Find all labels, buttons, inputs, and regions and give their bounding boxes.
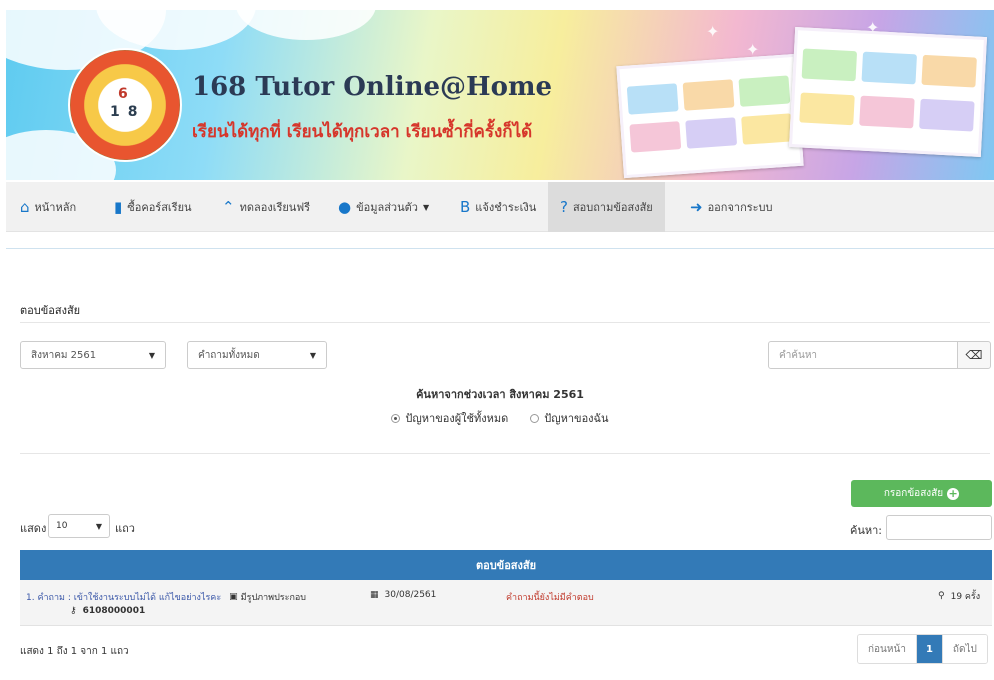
nav-logout[interactable]: ➜ ออกจากระบบ (690, 182, 773, 232)
course-poster-image (788, 27, 988, 157)
attachment-indicator: ▣ มีรูปภาพประกอบ (229, 590, 306, 604)
course-poster-image (616, 53, 804, 179)
main-navbar: ⌂ หน้าหลัก ▮ ซื้อคอร์สเรียน ⌃ ทดลองเรียน… (6, 182, 994, 232)
brand-title: 168 Tutor Online@Home (192, 72, 553, 102)
keyword-search-input[interactable]: คำค้นหา (768, 341, 958, 369)
table-filter-input[interactable] (886, 515, 992, 540)
nav-free-trial[interactable]: ⌃ ทดลองเรียนฟรี (222, 182, 310, 232)
star-icon: ✦ (706, 22, 720, 41)
key-icon: ⚷ (70, 606, 77, 616)
view-count-value: 19 ครั้ง (950, 592, 981, 602)
cloud-decoration (236, 10, 376, 40)
question-filter-value: คำถามทั้งหมด (198, 349, 260, 361)
radio-my-problems[interactable]: ปัญหาของฉัน (530, 409, 609, 427)
nav-label: ซื้อคอร์สเรียน (127, 201, 192, 214)
graduation-cap-icon: ⌃ (222, 197, 235, 216)
home-icon: ⌂ (20, 197, 30, 216)
month-select[interactable]: สิงหาคม 2561 ▼ (20, 341, 166, 369)
nav-label: หน้าหลัก (34, 201, 77, 214)
month-select-value: สิงหาคม 2561 (31, 349, 97, 361)
radio-label: ปัญหาของฉัน (544, 412, 609, 425)
caret-down-icon: ▼ (95, 521, 102, 531)
nav-ask-question[interactable]: ? สอบถามข้อสงสัย (548, 182, 665, 232)
table-info: แสดง 1 ถึง 1 จาก 1 แถว (20, 646, 129, 657)
page-length-select[interactable]: 10 ▼ (48, 514, 110, 538)
book-icon: ▮ (114, 197, 123, 216)
clear-search-button[interactable]: ⌫ (957, 341, 991, 369)
question-text: 1. คำถาม : เข้าใช้งานระบบไม่ได้ แก้ไขอย่… (26, 593, 222, 603)
nav-buy-course[interactable]: ▮ ซื้อคอร์สเรียน (114, 182, 192, 232)
radio-label: ปัญหาของผู้ใช้ทั้งหมด (405, 412, 509, 425)
plus-circle-icon: + (947, 486, 960, 500)
search-range-text: ค้นหาจากช่วงเวลา สิงหาคม 2561 (416, 388, 584, 401)
table-filter-label: ค้นหา: (850, 524, 883, 537)
attachment-label: มีรูปภาพประกอบ (240, 593, 307, 603)
radio-button[interactable] (530, 413, 540, 423)
pagination: ก่อนหน้า 1 ถัดไป (857, 634, 988, 664)
user-icon: ● (338, 197, 352, 216)
nav-label: สอบถามข้อสงสัย (572, 201, 653, 214)
caret-down-icon: ▼ (309, 350, 316, 360)
sign-out-icon: ➜ (690, 197, 703, 216)
logo-digit: 6 (118, 86, 128, 102)
brand-logo: 6 18 (68, 48, 182, 162)
nav-label: แจ้งชำระเงิน (475, 201, 537, 214)
problem-scope-radios: ปัญหาของผู้ใช้ทั้งหมด ปัญหาของฉัน (6, 409, 994, 427)
nav-label: ทดลองเรียนฟรี (239, 201, 311, 214)
nav-label: ข้อมูลส่วนตัว (356, 201, 418, 214)
nav-profile-dropdown[interactable]: ● ข้อมูลส่วนตัว ▼ (338, 182, 429, 232)
radio-button-checked[interactable] (391, 413, 401, 423)
show-label: แสดง (20, 522, 47, 535)
next-page-button[interactable]: ถัดไป (942, 635, 987, 663)
divider (20, 322, 990, 323)
eraser-icon: ⌫ (965, 348, 983, 362)
add-question-button[interactable]: กรอกข้อสงสัย + (851, 480, 992, 507)
bitcoin-icon: B (460, 197, 471, 216)
nav-home[interactable]: ⌂ หน้าหลัก (20, 182, 76, 232)
panel-title: ตอบข้อสงสัย (20, 304, 81, 317)
date-value: 30/08/2561 (384, 590, 437, 600)
view-count: ⚲ 19 ครั้ง (938, 589, 980, 603)
table-row[interactable]: 1. คำถาม : เข้าใช้งานระบบไม่ได้ แก้ไขอย่… (20, 580, 992, 626)
question-date: ▦ 30/08/2561 (370, 590, 436, 600)
previous-page-button[interactable]: ก่อนหน้า (858, 635, 917, 663)
header-banner: ✦ ✦ ✦ ✦ 6 18 168 Tutor Online@Home เรียน… (6, 10, 994, 180)
divider (20, 453, 990, 454)
caret-down-icon: ▼ (422, 202, 430, 212)
table-header: ตอบข้อสงสัย (20, 550, 992, 580)
user-id: ⚷ 6108000001 (70, 606, 145, 616)
add-question-label: กรอกข้อสงสัย (883, 488, 944, 499)
brand-subtitle: เรียนได้ทุกที่ เรียนได้ทุกเวลา เรียนซ้ำก… (192, 122, 533, 142)
logo-digits: 18 (110, 104, 146, 120)
question-link[interactable]: 1. คำถาม : เข้าใช้งานระบบไม่ได้ แก้ไขอย่… (26, 590, 306, 604)
user-id-value: 6108000001 (82, 606, 146, 616)
rows-label: แถว (115, 522, 135, 535)
nav-label: ออกจากระบบ (707, 201, 773, 214)
question-panel: ตอบข้อสงสัย สิงหาคม 2561 ▼ คำถามทั้งหมด … (6, 248, 994, 680)
binoculars-icon: ⚲ (938, 591, 945, 601)
radio-all-users[interactable]: ปัญหาของผู้ใช้ทั้งหมด (391, 409, 508, 427)
caret-down-icon: ▼ (148, 350, 155, 360)
image-icon: ▣ (229, 592, 238, 602)
question-circle-icon: ? (560, 197, 568, 216)
page-length-value: 10 (56, 521, 68, 531)
nav-payment[interactable]: B แจ้งชำระเงิน (460, 182, 536, 232)
answer-status: คำถามนี้ยังไม่มีคำตอบ (506, 593, 594, 603)
page-1-button[interactable]: 1 (916, 635, 943, 663)
calendar-icon: ▦ (370, 590, 379, 600)
question-filter-select[interactable]: คำถามทั้งหมด ▼ (187, 341, 327, 369)
